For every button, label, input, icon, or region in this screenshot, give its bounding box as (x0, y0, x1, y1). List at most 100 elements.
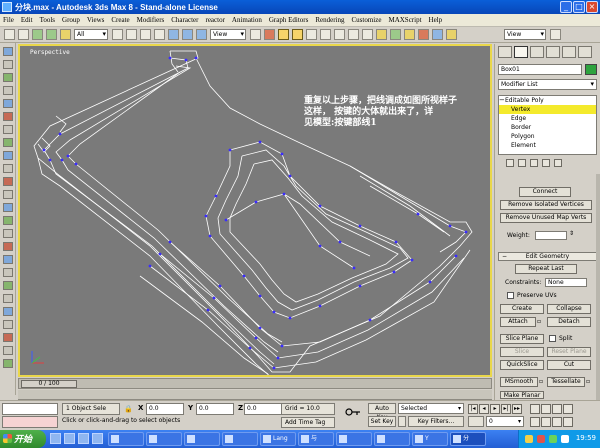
quick-launch-icon[interactable] (50, 433, 61, 444)
render-type-dropdown[interactable]: View (504, 29, 546, 40)
perspective-viewport[interactable]: Perspective 重复以上步骤，把线调成如图所视样子 这样， 按键的大体就… (18, 44, 492, 377)
menu-maxscript[interactable]: MAXScript (388, 16, 421, 24)
menu-views[interactable]: Views (87, 16, 104, 24)
select-and-link-icon[interactable] (32, 29, 43, 40)
quick-render-icon[interactable] (446, 29, 457, 40)
track-bar[interactable] (18, 390, 492, 400)
tool-icon[interactable] (3, 229, 13, 238)
command-panel-scrollbar[interactable] (596, 174, 600, 400)
start-button[interactable]: 开始 (0, 430, 46, 448)
select-and-scale-icon[interactable] (196, 29, 207, 40)
make-unique-icon[interactable] (530, 158, 538, 167)
bind-to-space-warp-icon[interactable] (60, 29, 71, 40)
menu-create[interactable]: Create (111, 16, 129, 24)
menu-reactor[interactable]: reactor (205, 16, 224, 24)
tessellate-button[interactable]: Tessellate (547, 377, 585, 387)
reset-plane-button[interactable]: Reset Plane (547, 347, 591, 357)
preserve-uvs-checkbox[interactable] (507, 292, 514, 299)
tool-icon[interactable] (3, 281, 13, 290)
taskbar-task[interactable] (374, 432, 410, 446)
motion-tab-icon[interactable] (546, 46, 560, 58)
tool-icon[interactable] (3, 320, 13, 329)
make-planar-button[interactable]: Make Planar (500, 391, 544, 399)
show-end-result-icon[interactable] (518, 158, 526, 167)
tool-icon[interactable] (3, 73, 13, 82)
menu-file[interactable]: File (3, 16, 14, 24)
next-frame-icon[interactable]: ▸| (501, 404, 511, 414)
angle-snap-icon[interactable] (292, 29, 303, 40)
percent-snap-icon[interactable] (306, 29, 317, 40)
pin-stack-icon[interactable] (506, 158, 514, 167)
remove-unused-map-verts-button[interactable]: Remove Unused Map Verts (500, 213, 592, 223)
reference-coordinate-dropdown[interactable]: View (210, 29, 246, 40)
stack-item-editable-poly[interactable]: Editable Poly (499, 96, 596, 105)
material-editor-icon[interactable] (418, 29, 429, 40)
rectangular-selection-icon[interactable] (140, 29, 151, 40)
select-and-move-icon[interactable] (168, 29, 179, 40)
stack-item-element[interactable]: Element (499, 141, 596, 150)
object-color-swatch[interactable] (585, 64, 597, 75)
tool-icon[interactable] (3, 151, 13, 160)
add-time-tag-button[interactable]: Add Time Tag (281, 417, 335, 428)
constraints-dropdown[interactable]: None (545, 278, 587, 287)
field-of-view-icon[interactable] (530, 417, 540, 427)
modify-tab-icon[interactable] (514, 46, 528, 58)
y-coord-input[interactable]: 0.0 (196, 403, 234, 415)
tool-icon[interactable] (3, 164, 13, 173)
hierarchy-tab-icon[interactable] (530, 46, 544, 58)
tray-icon[interactable] (537, 435, 545, 443)
tool-icon[interactable] (3, 60, 13, 69)
time-slider-thumb[interactable]: 0 / 100 (21, 380, 77, 388)
tool-icon[interactable] (3, 203, 13, 212)
tool-icon[interactable] (3, 268, 13, 277)
taskbar-task[interactable] (108, 432, 144, 446)
taskbar-task-active[interactable]: 分 (450, 432, 486, 446)
zoom-all-icon[interactable] (541, 404, 551, 414)
tool-icon[interactable] (3, 177, 13, 186)
tool-icon[interactable] (3, 138, 13, 147)
utilities-tab-icon[interactable] (578, 46, 592, 58)
render-last-icon[interactable] (550, 29, 561, 40)
selection-filter-dropdown[interactable]: All (74, 29, 108, 40)
arc-rotate-icon[interactable] (552, 417, 562, 427)
quick-launch-icon[interactable] (64, 433, 75, 444)
tool-icon[interactable] (3, 112, 13, 121)
maximize-button[interactable]: □ (573, 1, 585, 13)
menu-tools[interactable]: Tools (40, 16, 55, 24)
render-scene-icon[interactable] (432, 29, 443, 40)
zoom-extents-icon[interactable] (552, 404, 562, 414)
set-key-icon[interactable] (345, 407, 361, 417)
taskbar-task[interactable]: Y (412, 432, 448, 446)
align-icon[interactable] (362, 29, 373, 40)
named-selection-sets-icon[interactable] (334, 29, 345, 40)
weight-input[interactable] (535, 231, 567, 240)
key-mode-toggle-icon[interactable] (468, 416, 484, 427)
msmooth-settings-icon[interactable]: ▫ (539, 378, 543, 385)
zoom-extents-all-icon[interactable] (563, 404, 573, 414)
slice-plane-button[interactable]: Slice Plane (500, 334, 544, 344)
menu-customize[interactable]: Customize (352, 16, 382, 24)
slice-button[interactable]: Slice (500, 347, 544, 357)
tool-icon[interactable] (3, 216, 13, 225)
menu-animation[interactable]: Animation (232, 16, 262, 24)
collapse-button[interactable]: Collapse (547, 304, 591, 314)
tool-icon[interactable] (3, 190, 13, 199)
maxscript-output-mini[interactable] (2, 416, 58, 428)
key-filters-button[interactable]: Key Filters... (408, 416, 464, 427)
default-in-out-tangents-icon[interactable] (398, 416, 406, 427)
tool-icon[interactable] (3, 242, 13, 251)
menu-graph-editors[interactable]: Graph Editors (269, 16, 308, 24)
display-tab-icon[interactable] (562, 46, 576, 58)
maxscript-listener-mini[interactable] (2, 403, 58, 415)
create-tab-icon[interactable] (498, 46, 512, 58)
tray-icon[interactable] (549, 435, 557, 443)
close-button[interactable]: × (586, 1, 598, 13)
select-and-manipulate-icon[interactable] (264, 29, 275, 40)
tool-icon[interactable] (3, 294, 13, 303)
time-slider[interactable]: 0 / 100 (18, 378, 492, 389)
repeat-last-button[interactable]: Repeat Last (515, 264, 577, 274)
pan-view-icon[interactable] (541, 417, 551, 427)
select-by-name-icon[interactable] (126, 29, 137, 40)
taskbar-task[interactable] (184, 432, 220, 446)
taskbar-task[interactable]: Lang (260, 432, 296, 446)
